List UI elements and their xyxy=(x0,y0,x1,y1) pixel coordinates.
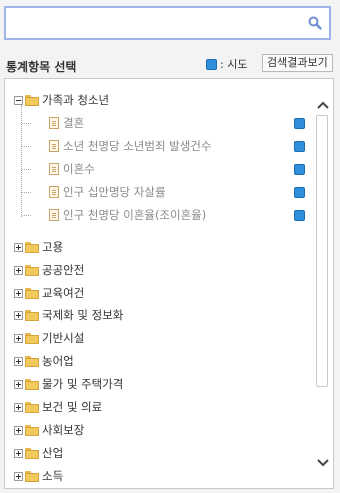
tree-node[interactable]: 고용 xyxy=(14,236,63,258)
tree-node-family-youth[interactable]: 가족과 청소년 xyxy=(14,89,109,111)
tree-node[interactable]: 산업 xyxy=(14,442,63,464)
folder-icon xyxy=(25,447,39,459)
tree-leaf[interactable]: 인구 십만명당 자살률 xyxy=(49,181,166,203)
expand-toggle-icon[interactable] xyxy=(14,310,23,320)
tree-guide-line xyxy=(22,169,31,170)
tree-node-label: 산업 xyxy=(42,446,64,460)
expand-toggle-icon[interactable] xyxy=(14,471,23,481)
stat-tree: 가족과 청소년 결혼 소년 천명당 소년범죄 발생건수 이혼수 인구 십만명당 … xyxy=(4,78,334,489)
tree-guide-line xyxy=(22,192,31,193)
tree-guide-line xyxy=(22,215,31,216)
document-icon xyxy=(49,209,59,221)
tree-leaf-label: 소년 천명당 소년범죄 발생건수 xyxy=(63,139,212,153)
tree-node[interactable]: 기반시설 xyxy=(14,327,84,349)
folder-icon xyxy=(25,241,39,253)
tree-node-label: 공공안전 xyxy=(42,263,85,277)
tree-node[interactable]: 소득 xyxy=(14,465,63,487)
tree-node[interactable]: 공공안전 xyxy=(14,259,84,281)
folder-icon xyxy=(25,470,39,482)
scrollbar-thumb[interactable] xyxy=(316,115,328,387)
tree-node-label: 물가 및 주택가격 xyxy=(42,377,124,391)
folder-open-icon xyxy=(25,94,39,106)
tree-node[interactable]: 교육여건 xyxy=(14,282,84,304)
sido-indicator-icon[interactable] xyxy=(294,187,305,198)
tree-node-label: 기반시설 xyxy=(42,331,85,345)
chevron-up-icon[interactable] xyxy=(314,97,332,113)
expand-toggle-icon[interactable] xyxy=(14,242,23,252)
tree-node-label: 국제화 및 정보화 xyxy=(42,308,124,322)
expand-toggle-icon[interactable] xyxy=(14,356,23,366)
tree-guide-line xyxy=(22,123,31,124)
tree-node[interactable]: 보건 및 의료 xyxy=(14,396,102,418)
legend-label: : 시도 xyxy=(220,58,248,71)
chevron-down-icon[interactable] xyxy=(314,455,332,471)
tree-node[interactable]: 국제화 및 정보화 xyxy=(14,304,123,326)
sido-indicator-icon[interactable] xyxy=(294,118,305,129)
search-icon[interactable] xyxy=(308,16,322,30)
tree-node-label: 가족과 청소년 xyxy=(42,93,110,107)
folder-icon xyxy=(25,424,39,436)
tree-node-label: 소득 xyxy=(42,469,64,483)
tree-node-label: 교육여건 xyxy=(42,286,85,300)
tree-node-label: 고용 xyxy=(42,240,64,254)
expand-toggle-icon[interactable] xyxy=(14,265,23,275)
folder-icon xyxy=(25,309,39,321)
tree-leaf[interactable]: 소년 천명당 소년범죄 발생건수 xyxy=(49,135,212,157)
expand-toggle-icon[interactable] xyxy=(14,402,23,412)
document-icon xyxy=(49,163,59,175)
panel-title: 통계항목 선택 xyxy=(6,60,77,74)
search-box xyxy=(4,6,331,40)
tree-node-label: 사회보장 xyxy=(42,423,85,437)
tree-leaf[interactable]: 결혼 xyxy=(49,112,84,134)
tree-scrollbar[interactable] xyxy=(314,85,332,483)
legend: : 시도 xyxy=(206,56,247,72)
document-icon xyxy=(49,117,59,129)
sido-indicator-icon[interactable] xyxy=(294,141,305,152)
expand-toggle-icon[interactable] xyxy=(14,288,23,298)
tree-node[interactable]: 사회보장 xyxy=(14,419,84,441)
tree-leaf[interactable]: 인구 천명당 이혼율(조이혼율) xyxy=(49,204,206,226)
sido-indicator-icon[interactable] xyxy=(294,210,305,221)
expand-toggle-icon[interactable] xyxy=(14,333,23,343)
tree-guide-line xyxy=(22,146,31,147)
tree-leaf-label: 인구 천명당 이혼율(조이혼율) xyxy=(63,208,207,222)
document-icon xyxy=(49,186,59,198)
folder-icon xyxy=(25,264,39,276)
tree-leaf-label: 결혼 xyxy=(63,116,85,130)
search-input[interactable] xyxy=(12,12,296,36)
view-results-button[interactable]: 검색결과보기 xyxy=(262,54,333,72)
folder-icon xyxy=(25,287,39,299)
tree-leaf-label: 이혼수 xyxy=(63,162,95,176)
document-icon xyxy=(49,140,59,152)
sido-legend-icon xyxy=(206,58,217,70)
tree-leaf[interactable]: 이혼수 xyxy=(49,158,95,180)
expand-toggle-icon[interactable] xyxy=(14,425,23,435)
tree-node-label: 농어업 xyxy=(42,354,74,368)
tree-guide-line xyxy=(21,105,22,217)
expand-toggle-icon[interactable] xyxy=(14,448,23,458)
sido-indicator-icon[interactable] xyxy=(294,164,305,175)
folder-icon xyxy=(25,378,39,390)
tree-leaf-label: 인구 십만명당 자살률 xyxy=(63,185,166,199)
folder-icon xyxy=(25,401,39,413)
collapse-toggle-icon[interactable] xyxy=(14,95,23,105)
folder-icon xyxy=(25,355,39,367)
tree-node[interactable]: 물가 및 주택가격 xyxy=(14,373,123,395)
expand-toggle-icon[interactable] xyxy=(14,379,23,389)
tree-node-label: 보건 및 의료 xyxy=(42,400,103,414)
folder-icon xyxy=(25,332,39,344)
tree-node[interactable]: 농어업 xyxy=(14,350,74,372)
